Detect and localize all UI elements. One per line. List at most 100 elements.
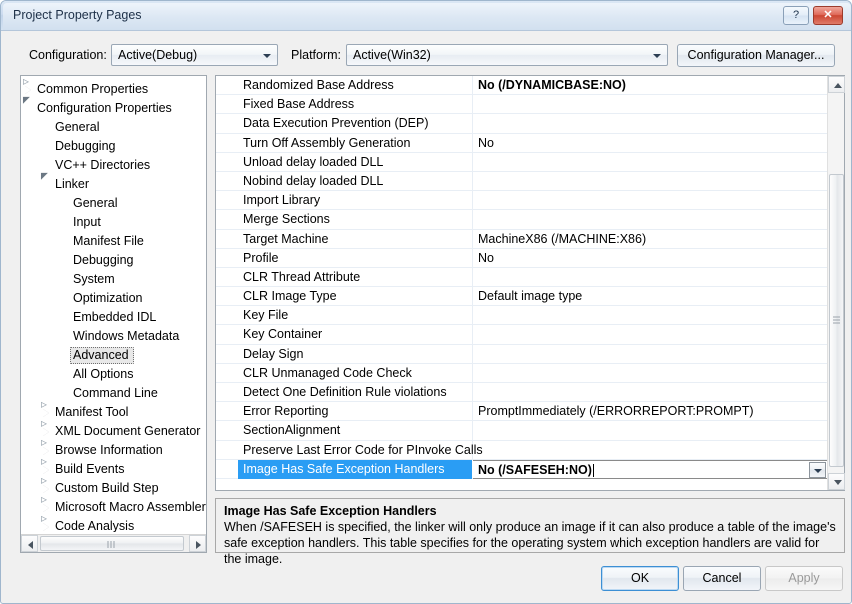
tree-item-label: Windows Metadata bbox=[73, 329, 180, 343]
tree-item-build-events[interactable]: Build Events bbox=[21, 455, 206, 479]
tree-item-general[interactable]: General bbox=[21, 118, 206, 137]
tree-item-vc-directories[interactable]: VC++ Directories bbox=[21, 156, 206, 175]
tree-item-code-analysis[interactable]: Code Analysis bbox=[21, 512, 206, 532]
tree-item-configuration-properties[interactable]: Configuration Properties bbox=[21, 99, 206, 118]
column-divider bbox=[472, 171, 473, 191]
tree-item-label: Browse Information bbox=[55, 443, 163, 457]
property-row[interactable]: CLR Thread Attribute bbox=[216, 267, 827, 288]
scroll-left-arrow-icon[interactable] bbox=[21, 535, 38, 552]
property-name: Merge Sections bbox=[243, 212, 330, 227]
tree-item-system[interactable]: System bbox=[21, 270, 206, 289]
apply-button[interactable]: Apply bbox=[765, 566, 843, 591]
tree-scrollbar-thumb[interactable] bbox=[40, 536, 184, 551]
triangle-right-icon[interactable] bbox=[23, 76, 32, 95]
grid-vertical-scrollbar[interactable] bbox=[827, 76, 845, 490]
property-row[interactable]: Randomized Base Address No (/DYNAMICBASE:… bbox=[216, 76, 827, 96]
property-row[interactable]: Unload delay loaded DLL bbox=[216, 152, 827, 172]
property-value: Default image type bbox=[478, 289, 583, 304]
property-row[interactable]: Nobind delay loaded DLL bbox=[216, 171, 827, 192]
property-row[interactable]: Key File bbox=[216, 306, 827, 326]
tree-item-embedded-idl[interactable]: Embedded IDL bbox=[21, 308, 206, 327]
tree-item-label: Embedded IDL bbox=[73, 310, 157, 324]
scroll-up-arrow-icon[interactable] bbox=[828, 76, 845, 93]
property-row[interactable]: Turn Off Assembly Generation No bbox=[216, 133, 827, 153]
tree-item-label: Configuration Properties bbox=[37, 101, 172, 115]
configuration-manager-button[interactable]: Configuration Manager... bbox=[677, 44, 835, 67]
property-name: Turn Off Assembly Generation bbox=[243, 135, 411, 150]
tree-item-label: System bbox=[73, 272, 115, 286]
tree-item-advanced[interactable]: Advanced bbox=[21, 346, 206, 365]
tree-item-label: General bbox=[55, 120, 100, 134]
tree-item-custom-build-step[interactable]: Custom Build Step bbox=[21, 474, 206, 498]
tree-item-label: Build Events bbox=[55, 462, 125, 476]
property-row[interactable]: Target Machine MachineX86 (/MACHINE:X86) bbox=[216, 229, 827, 249]
project-property-pages-dialog: Project Property Pages ? ✕ Configuration… bbox=[0, 0, 852, 604]
tree-item-optimization[interactable]: Optimization bbox=[21, 289, 206, 308]
property-row[interactable]: Merge Sections bbox=[216, 210, 827, 230]
description-title: Image Has Safe Exception Handlers bbox=[224, 504, 437, 518]
value-dropdown-button[interactable] bbox=[809, 461, 826, 478]
cancel-button[interactable]: Cancel bbox=[683, 566, 761, 591]
tree-item-all-options[interactable]: All Options bbox=[21, 365, 206, 384]
triangle-right-icon[interactable] bbox=[41, 512, 50, 532]
property-name: Key File bbox=[243, 308, 289, 323]
tree-item-manifest-tool[interactable]: Manifest Tool bbox=[21, 398, 206, 422]
platform-dropdown[interactable]: Active(Win32) bbox=[346, 44, 668, 66]
property-row[interactable]: Detect One Definition Rule violations bbox=[216, 383, 827, 403]
help-icon[interactable]: ? bbox=[783, 6, 809, 25]
property-grid: Randomized Base Address No (/DYNAMICBASE:… bbox=[216, 76, 827, 490]
tree-item-windows-metadata[interactable]: Windows Metadata bbox=[21, 327, 206, 346]
property-row[interactable]: Profile No bbox=[216, 248, 827, 268]
column-divider bbox=[472, 191, 473, 210]
chevron-down-icon bbox=[653, 54, 661, 58]
property-row[interactable]: Delay Sign bbox=[216, 344, 827, 364]
property-grid-panel: Randomized Base Address No (/DYNAMICBASE:… bbox=[215, 75, 845, 491]
property-name: Randomized Base Address bbox=[243, 78, 394, 92]
property-name: CLR Unmanaged Code Check bbox=[243, 365, 412, 380]
platform-label: Platform: bbox=[291, 48, 342, 62]
tree-item-manifest-file[interactable]: Manifest File bbox=[21, 232, 206, 251]
property-row[interactable]: Image Has Safe Exception Handlers No (/SA… bbox=[216, 459, 827, 479]
property-row[interactable]: Key Container bbox=[216, 325, 827, 345]
tree-item-command-line[interactable]: Command Line bbox=[21, 384, 206, 403]
column-divider bbox=[472, 152, 473, 171]
ok-button[interactable]: OK bbox=[601, 566, 679, 591]
property-row[interactable]: Import Library bbox=[216, 191, 827, 211]
property-name: Preserve Last Error Code for PInvoke Cal… bbox=[243, 442, 483, 457]
property-row[interactable]: Fixed Base Address bbox=[216, 95, 827, 115]
property-row[interactable]: Preserve Last Error Code for PInvoke Cal… bbox=[216, 440, 827, 460]
grid-scrollbar-thumb[interactable] bbox=[829, 174, 844, 467]
tree-item-debugging[interactable]: Debugging bbox=[21, 251, 206, 270]
tree-item-label: Manifest Tool bbox=[55, 405, 129, 419]
column-divider bbox=[472, 306, 473, 325]
tree-item-microsoft-macro-assembler[interactable]: Microsoft Macro Assembler bbox=[21, 493, 206, 517]
tree-item-linker[interactable]: Linker bbox=[21, 175, 206, 194]
scroll-right-arrow-icon[interactable] bbox=[189, 535, 206, 552]
property-row[interactable]: CLR Unmanaged Code Check bbox=[216, 363, 827, 383]
tree-item-label: Custom Build Step bbox=[55, 481, 159, 495]
property-value: No bbox=[478, 250, 494, 265]
tree-item-label: Code Analysis bbox=[55, 519, 135, 532]
tree-item-debugging[interactable]: Debugging bbox=[21, 137, 206, 156]
close-icon[interactable]: ✕ bbox=[813, 6, 843, 25]
property-value: No (/DYNAMICBASE:NO) bbox=[478, 78, 626, 92]
tree-item-browse-information[interactable]: Browse Information bbox=[21, 436, 206, 460]
property-row[interactable]: SectionAlignment bbox=[216, 421, 827, 441]
tree-item-label: Microsoft Macro Assembler bbox=[55, 500, 206, 514]
column-divider bbox=[472, 210, 473, 229]
property-row[interactable]: CLR Image Type Default image type bbox=[216, 287, 827, 307]
description-body: When /SAFESEH is specified, the linker w… bbox=[224, 520, 836, 566]
property-row[interactable]: Data Execution Prevention (DEP) bbox=[216, 114, 827, 134]
tree-item-xml-document-generator[interactable]: XML Document Generator bbox=[21, 417, 206, 441]
property-value-editor[interactable]: No (/SAFESEH:NO) bbox=[473, 459, 827, 479]
tree-item-common-properties[interactable]: Common Properties bbox=[21, 76, 206, 99]
property-row[interactable]: Error Reporting PromptImmediately (/ERROR… bbox=[216, 402, 827, 422]
column-divider bbox=[472, 267, 473, 287]
tree-item-general[interactable]: General bbox=[21, 194, 206, 213]
text-caret bbox=[593, 463, 594, 477]
property-name: Fixed Base Address bbox=[243, 97, 355, 112]
tree-item-input[interactable]: Input bbox=[21, 213, 206, 232]
scroll-down-arrow-icon[interactable] bbox=[828, 473, 845, 490]
tree-horizontal-scrollbar[interactable] bbox=[21, 534, 206, 552]
configuration-dropdown[interactable]: Active(Debug) bbox=[111, 44, 278, 66]
